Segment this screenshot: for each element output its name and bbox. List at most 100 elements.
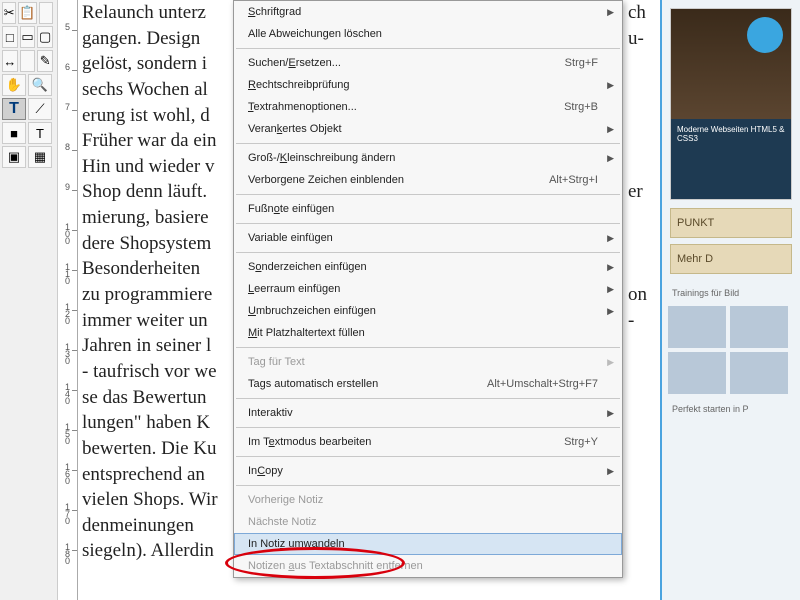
context-menu: Schriftgrad ▶ Alle Abweichungen löschen Suc…: [233, 0, 623, 578]
side-caption-2: Perfekt starten in P: [662, 400, 800, 418]
tools-panel: ✂📋□▭▢↔✎✋🔍T⟋■T▣▦: [0, 0, 58, 600]
hand-icon[interactable]: ✋: [2, 74, 26, 96]
menu-separator: [236, 456, 620, 457]
menu-item-umbruchzeichen-einf-gen[interactable]: Umbruchzeichen einfügen ▶: [234, 300, 622, 322]
thumbnail[interactable]: [730, 352, 788, 394]
menu-separator: [236, 485, 620, 486]
menu-separator: [236, 223, 620, 224]
menu-item-interaktiv[interactable]: Interaktiv▶: [234, 402, 622, 424]
menu-item-im-textmodus-bearbeiten[interactable]: Im Textmodus bearbeitenStrg+Y: [234, 431, 622, 453]
menu-separator: [236, 398, 620, 399]
menu-shortcut: Alt+Strg+I: [549, 174, 598, 186]
scissors-icon[interactable]: ✂: [2, 2, 16, 24]
mode-icon[interactable]: ▦: [28, 146, 52, 168]
menu-item-n-chste-notiz: Nächste Notiz: [234, 511, 622, 533]
side-dark-caption: Moderne Webseiten HTML5 & CSS3: [671, 119, 791, 199]
menu-item-label: Schriftgrad: [248, 6, 598, 18]
menu-item-label: Nächste Notiz: [248, 516, 598, 528]
menu-item-label: Im Textmodus bearbeiten: [248, 436, 564, 448]
menu-item-label: Sonderzeichen einfügen: [248, 261, 598, 273]
menu-item-textrahmenoptionen[interactable]: Textrahmenoptionen...Strg+B: [234, 96, 622, 118]
text-icon[interactable]: T: [28, 122, 52, 144]
menu-item-label: Verborgene Zeichen einblenden: [248, 174, 549, 186]
menu-item-label: Mit Platzhaltertext füllen: [248, 327, 598, 339]
side-button-2-label: Mehr D: [677, 253, 713, 265]
body-text-right: chu- er on-: [628, 0, 648, 600]
menu-item-fu-note-einf-gen[interactable]: Fußnote einfügen: [234, 198, 622, 220]
submenu-arrow-icon: ▶: [607, 466, 614, 477]
submenu-arrow-icon: ▶: [607, 284, 614, 295]
type-icon[interactable]: T: [2, 98, 26, 120]
zoom-icon[interactable]: 🔍: [28, 74, 52, 96]
menu-item-rechtschreibpr-fung[interactable]: Rechtschreibprüfung▶: [234, 74, 622, 96]
menu-item-label: In Notiz umwandeln: [248, 538, 598, 550]
side-panel: Moderne Webseiten HTML5 & CSS3 PUNKT Meh…: [660, 0, 800, 600]
menu-item-schriftgrad[interactable]: Schriftgrad ▶: [234, 1, 622, 23]
paste-icon[interactable]: 📋: [18, 2, 36, 24]
thumbnail[interactable]: [668, 306, 726, 348]
menu-item-vorherige-notiz: Vorherige Notiz: [234, 489, 622, 511]
vertical-ruler: 567891 0 01 1 01 2 01 3 01 4 01 5 01 6 0…: [58, 0, 78, 600]
swatch-icon[interactable]: ▢: [37, 26, 53, 48]
menu-item-label: Textrahmenoptionen...: [248, 101, 564, 113]
eyedrop-icon[interactable]: [20, 50, 36, 72]
menu-item-gro-kleinschreibung-ndern[interactable]: Groß-/Kleinschreibung ändern▶: [234, 147, 622, 169]
submenu-arrow-icon: ▶: [607, 408, 614, 419]
menu-item-verborgene-zeichen-einblenden[interactable]: Verborgene Zeichen einblendenAlt+Strg+I: [234, 169, 622, 191]
menu-separator: [236, 194, 620, 195]
fill-icon[interactable]: ■: [2, 122, 26, 144]
swap-icon[interactable]: ⟋: [28, 98, 52, 120]
menu-shortcut: Strg+Y: [564, 436, 598, 448]
menu-item-label: Tags automatisch erstellen: [248, 378, 487, 390]
menu-item-verankertes-objekt[interactable]: Verankertes Objekt ▶: [234, 118, 622, 140]
menu-item-label: Verankertes Objekt: [248, 123, 598, 135]
menu-item-in-notiz-umwandeln[interactable]: In Notiz umwandeln: [234, 533, 622, 555]
menu-item-label: InCopy: [248, 465, 598, 477]
thumbnail[interactable]: [668, 352, 726, 394]
side-hero[interactable]: Moderne Webseiten HTML5 & CSS3: [670, 8, 792, 200]
menu-separator: [236, 427, 620, 428]
menu-item-tags-automatisch-erstellen[interactable]: Tags automatisch erstellenAlt+Umschalt+S…: [234, 373, 622, 395]
side-button-2[interactable]: Mehr D: [670, 244, 792, 274]
menu-item-label: Suchen/Ersetzen...: [248, 57, 565, 69]
menu-item-label: Alle Abweichungen löschen: [248, 28, 598, 40]
menu-item-sonderzeichen-einf-gen[interactable]: Sonderzeichen einfügen ▶: [234, 256, 622, 278]
menu-item-variable-einf-gen[interactable]: Variable einfügen ▶: [234, 227, 622, 249]
menu-item-notizen-aus-textabschnitt-entfernen: Notizen aus Textabschnitt entfernen: [234, 555, 622, 577]
menu-item-tag-f-r-text: Tag für Text▶: [234, 351, 622, 373]
menu-item-label: Rechtschreibprüfung: [248, 79, 598, 91]
menu-item-label: Variable einfügen: [248, 232, 598, 244]
menu-shortcut: Strg+B: [564, 101, 598, 113]
submenu-arrow-icon: ▶: [607, 306, 614, 317]
note-icon[interactable]: ✎: [37, 50, 53, 72]
submenu-arrow-icon: ▶: [607, 153, 614, 164]
submenu-arrow-icon: ▶: [607, 262, 614, 273]
submenu-arrow-icon: ▶: [607, 233, 614, 244]
menu-item-mit-platzhaltertext-f-llen[interactable]: Mit Platzhaltertext füllen: [234, 322, 622, 344]
menu-item-suchen-ersetzen[interactable]: Suchen/Ersetzen...Strg+F: [234, 52, 622, 74]
badge-icon: [747, 17, 783, 53]
menu-separator: [236, 347, 620, 348]
rect-icon[interactable]: □: [2, 26, 18, 48]
menu-separator: [236, 48, 620, 49]
menu-item-label: Umbruchzeichen einfügen: [248, 305, 598, 317]
submenu-arrow-icon: ▶: [607, 7, 614, 18]
marker-icon[interactable]: [39, 2, 53, 24]
side-button-1-label: PUNKT: [677, 217, 714, 229]
side-caption-1: Trainings für Bild: [662, 280, 800, 300]
direct-icon[interactable]: ▣: [2, 146, 26, 168]
menu-item-incopy[interactable]: InCopy ▶: [234, 460, 622, 482]
side-button-1[interactable]: PUNKT: [670, 208, 792, 238]
menu-item-leerraum-einf-gen[interactable]: Leerraum einfügen▶: [234, 278, 622, 300]
menu-shortcut: Alt+Umschalt+Strg+F7: [487, 378, 598, 390]
arrow-icon[interactable]: ↔: [2, 50, 18, 72]
submenu-arrow-icon: ▶: [607, 124, 614, 135]
submenu-arrow-icon: ▶: [607, 357, 614, 368]
menu-item-label: Vorherige Notiz: [248, 494, 598, 506]
menu-item-alle-abweichungen-l-schen[interactable]: Alle Abweichungen löschen: [234, 23, 622, 45]
thumbnail[interactable]: [730, 306, 788, 348]
menu-separator: [236, 252, 620, 253]
rect2-icon[interactable]: ▭: [20, 26, 36, 48]
menu-item-label: Notizen aus Textabschnitt entfernen: [248, 560, 598, 572]
menu-shortcut: Strg+F: [565, 57, 598, 69]
